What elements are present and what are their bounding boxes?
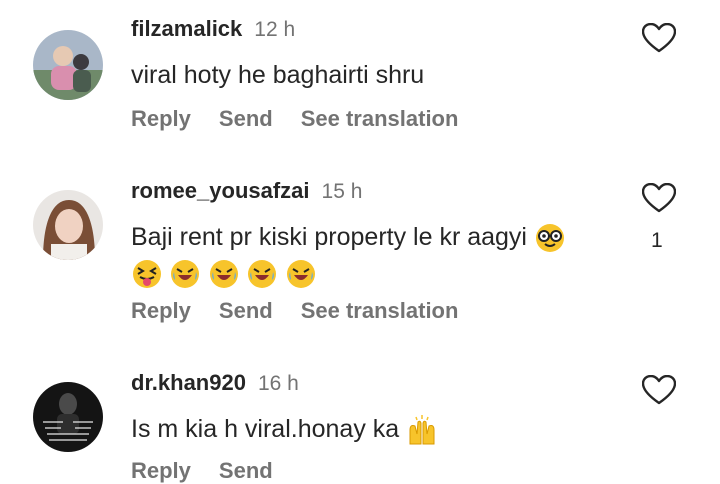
squinting-face-with-tongue-emoji (131, 258, 163, 290)
send-button[interactable]: Send (219, 298, 273, 324)
rolling-on-floor-laughing-emoji (246, 258, 278, 290)
username[interactable]: romee_yousafzai (131, 178, 310, 204)
comment-dr-khan920: dr.khan920 16 h Is m kia h viral.honay k… (0, 350, 720, 484)
avatar[interactable] (33, 190, 103, 260)
like-count: 1 (651, 229, 663, 252)
send-button[interactable]: Send (219, 106, 273, 132)
reply-button[interactable]: Reply (131, 458, 191, 484)
rolling-on-floor-laughing-emoji (169, 258, 201, 290)
emoji-row (131, 258, 319, 290)
timestamp: 15 h (321, 180, 363, 203)
see-translation-button[interactable]: See translation (301, 298, 459, 324)
comment-text: Is m kia h viral.honay ka (131, 414, 440, 446)
avatar[interactable] (33, 382, 103, 452)
comment-text: viral hoty he baghairti shru (131, 61, 425, 89)
rolling-on-floor-laughing-emoji (285, 258, 317, 290)
username[interactable]: dr.khan920 (131, 370, 246, 396)
heart-icon[interactable] (642, 375, 676, 405)
reply-button[interactable]: Reply (131, 298, 191, 324)
rolling-on-floor-laughing-emoji (208, 258, 240, 290)
heart-icon[interactable] (642, 23, 676, 53)
comment-filzamalick: filzamalick 12 h viral hoty he baghairti… (0, 0, 720, 150)
heart-icon[interactable] (642, 183, 676, 213)
username[interactable]: filzamalick (131, 16, 242, 42)
comment-text-content: Baji rent pr kiski property le kr aagyi (131, 223, 527, 251)
reply-button[interactable]: Reply (131, 106, 191, 132)
avatar[interactable] (33, 30, 103, 100)
comment-text-content: Is m kia h viral.honay ka (131, 415, 400, 443)
nerd-face-emoji (534, 222, 566, 254)
comment-text: Baji rent pr kiski property le kr aagyi (131, 222, 568, 254)
timestamp: 12 h (254, 18, 296, 41)
timestamp: 16 h (257, 372, 299, 395)
comment-romee-yousafzai: romee_yousafzai 15 h Baji rent pr kiski … (0, 150, 720, 350)
see-translation-button[interactable]: See translation (301, 106, 459, 132)
raising-hands-emoji (406, 414, 438, 446)
send-button[interactable]: Send (219, 458, 273, 484)
